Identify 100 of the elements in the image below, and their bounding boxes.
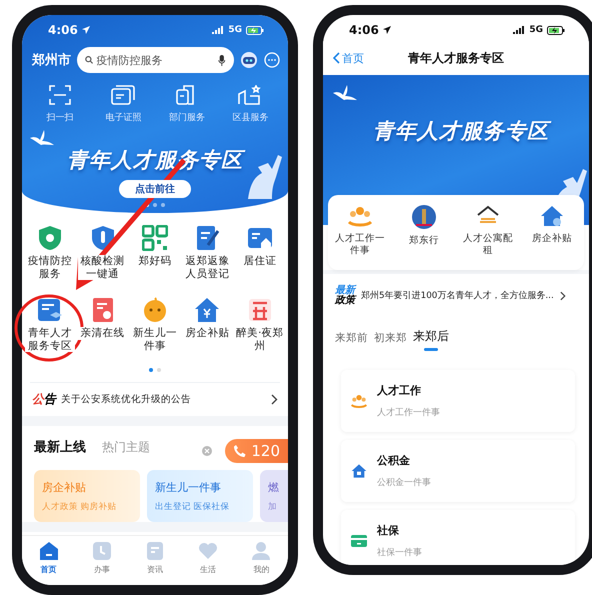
stage-tab[interactable]: 来郑后 [413, 328, 449, 354]
card-icon [351, 534, 367, 548]
service-shortcut[interactable]: 郑东行 [392, 205, 456, 258]
search-icon [85, 55, 94, 65]
service-item[interactable]: 人才工作 人才工作一件事 [341, 370, 575, 432]
tab-bar-item[interactable]: 首页 [38, 540, 59, 574]
tab-bar-item[interactable]: 我的 [251, 540, 272, 574]
section-tab[interactable]: 最新上线 [34, 438, 86, 456]
buildings-star-icon [238, 85, 262, 105]
house-yuan-icon [540, 205, 564, 227]
service-shortcut[interactable]: 亲清在线 [76, 297, 129, 363]
close-icon[interactable] [202, 446, 212, 456]
card-house-icon [246, 225, 273, 251]
tab-bar-item[interactable]: 办事 [92, 540, 112, 574]
service-item[interactable]: 社保 社保一件事 [341, 510, 575, 565]
card-title: 新生儿一件事 [155, 480, 222, 495]
battery-charging-icon [547, 26, 565, 34]
tab-bar-item[interactable]: 资讯 [144, 540, 165, 574]
notebook-pen-icon [194, 225, 220, 251]
card-title: 燃 [268, 480, 280, 495]
banner-go-button[interactable]: 点击前往 [119, 180, 191, 198]
certificate-cap-icon [37, 297, 64, 323]
promo-card[interactable]: 燃 加 [260, 470, 288, 522]
microphone-icon[interactable] [218, 54, 226, 66]
service-shortcut[interactable]: 新生儿一件事 [128, 297, 182, 363]
search-input[interactable]: 疫情防控服务 [96, 54, 216, 66]
shield-test-tube-icon [90, 225, 116, 251]
quick-action[interactable]: 扫一扫 [32, 85, 88, 124]
service-shortcut[interactable]: 郑好码 [128, 225, 182, 291]
bird-drawing [333, 85, 359, 101]
notice-logo: 公告 [32, 391, 56, 408]
chevron-right-icon [560, 290, 566, 301]
service-shortcut[interactable]: 居住证 [234, 225, 286, 291]
people-hands-icon [348, 205, 372, 227]
policy-logo: 最新 政策 [335, 286, 355, 306]
service-shortcut[interactable]: 人才公寓配租 [456, 205, 520, 258]
item-title: 公积金 [377, 452, 411, 468]
house-yuan-icon [194, 297, 220, 323]
carousel-dot[interactable] [153, 203, 157, 207]
id-cards-icon [111, 85, 136, 105]
location-arrow-icon [82, 26, 90, 34]
service-shortcut[interactable]: 醉美·夜郑州 [234, 297, 286, 363]
chat-bubble-icon[interactable] [264, 52, 280, 68]
tower-photo-icon [412, 205, 436, 229]
service-shortcut[interactable]: 人才工作一件事 [328, 205, 392, 258]
stage-tab[interactable]: 来郑前 [335, 330, 368, 354]
item-subtitle: 社保一件事 [377, 546, 422, 559]
heart-icon [198, 540, 218, 560]
service-item[interactable]: 公积金 公积金一件事 [341, 440, 575, 502]
item-subtitle: 公积金一件事 [377, 476, 431, 489]
signal-icon [513, 26, 526, 34]
city-selector[interactable]: 郑州市 [32, 51, 71, 69]
card-title: 房企补贴 [42, 480, 87, 495]
status-time: 4:06 [349, 23, 379, 37]
search-field[interactable]: 疫情防控服务 [77, 47, 234, 73]
chevron-left-icon [333, 52, 340, 64]
person-icon [251, 540, 272, 560]
document-tile-icon [144, 540, 165, 560]
tab-bar-item[interactable]: 生活 [198, 540, 218, 574]
promo-card[interactable]: 新生儿一件事 出生登记 医保社保 [147, 470, 253, 522]
page-title: 青年人才服务专区 [408, 50, 504, 66]
scan-icon [48, 85, 71, 105]
shield-virus-icon [37, 225, 64, 251]
location-arrow-icon [382, 26, 391, 34]
qr-code-icon [142, 225, 168, 251]
service-shortcut[interactable]: 核酸检测一键通 [76, 225, 129, 291]
carousel-dot[interactable] [145, 203, 149, 207]
stage-tab[interactable]: 初来郑 [374, 330, 407, 354]
people-hands-icon [351, 392, 367, 409]
page-dot[interactable] [157, 368, 161, 372]
chevron-right-icon [271, 394, 278, 405]
network-label: 5G [529, 25, 543, 35]
notice-text[interactable]: 关于公安系统优化升级的公告 [61, 393, 266, 406]
banner-title: 青年人才服务专区 [333, 117, 589, 145]
bird-drawing [30, 130, 56, 146]
baby-face-icon [142, 297, 168, 323]
carousel-dot[interactable] [161, 203, 165, 207]
network-label: 5G [228, 25, 242, 35]
battery-charging-icon [246, 26, 264, 34]
item-title: 人才工作 [377, 382, 422, 398]
card-subtitle: 人才政策 购房补贴 [42, 501, 118, 513]
clock-tile-icon [92, 540, 112, 560]
page-dot[interactable] [149, 368, 153, 372]
phone-icon [233, 444, 248, 458]
glyph-tile-icon [246, 297, 273, 323]
service-shortcut[interactable]: 疫情防控服务 [24, 225, 76, 291]
item-subtitle: 人才工作一件事 [377, 406, 440, 419]
policy-headline[interactable]: 郑州5年要引进100万名青年人才，全方位服务... [361, 290, 554, 302]
service-shortcut[interactable]: 房企补贴 [181, 297, 234, 363]
house-yuan-icon [351, 462, 367, 479]
home-icon [38, 540, 59, 560]
robot-icon[interactable] [240, 51, 258, 69]
service-shortcut[interactable]: 返郑返豫人员登记 [181, 225, 234, 291]
card-subtitle: 出生登记 医保社保 [155, 501, 231, 513]
card-subtitle: 加 [268, 501, 278, 513]
signal-icon [212, 26, 224, 34]
service-shortcut[interactable]: 房企补贴 [520, 205, 584, 258]
status-time: 4:06 [48, 23, 78, 37]
back-button[interactable]: 首页 [333, 50, 393, 66]
item-title: 社保 [377, 522, 400, 538]
